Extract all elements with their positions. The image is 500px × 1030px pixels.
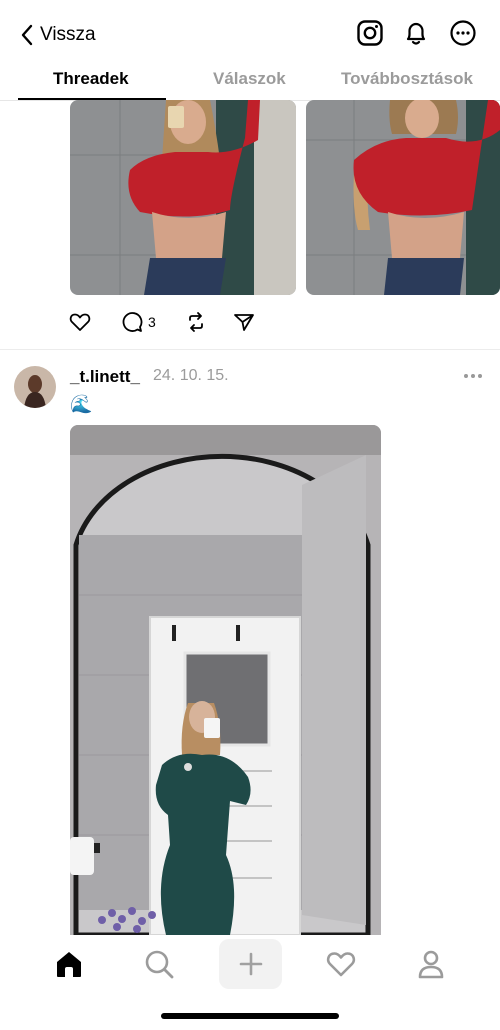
- comment-icon[interactable]: [118, 308, 146, 336]
- more-horizontal-icon[interactable]: [462, 366, 484, 391]
- header: Vissza: [0, 0, 500, 68]
- tab-reposts[interactable]: Továbbosztások: [341, 69, 473, 89]
- avatar[interactable]: [14, 366, 56, 408]
- home-indicator: [161, 1013, 339, 1019]
- bell-icon[interactable]: [401, 18, 431, 48]
- more-circle-icon[interactable]: [448, 18, 478, 48]
- tab-replies[interactable]: Válaszok: [213, 69, 286, 89]
- post-date: 24. 10. 15.: [153, 367, 229, 384]
- post-photo-1[interactable]: [70, 100, 296, 295]
- post-author[interactable]: _t.linett_: [70, 367, 140, 387]
- back-button[interactable]: Vissza: [20, 20, 96, 50]
- heart-icon[interactable]: [66, 308, 94, 336]
- plus-icon[interactable]: [219, 939, 282, 989]
- repost-icon[interactable]: [182, 308, 210, 336]
- profile-tabs: Threadek Válaszok Továbbosztások: [0, 62, 500, 101]
- post-text: 🌊: [70, 394, 93, 414]
- post-photo-3[interactable]: [70, 425, 381, 935]
- chevron-left-icon: [21, 24, 33, 46]
- home-icon[interactable]: [44, 939, 94, 989]
- back-label: Vissza: [40, 24, 96, 45]
- heart-icon[interactable]: [316, 939, 366, 989]
- instagram-icon[interactable]: [355, 18, 385, 48]
- bottom-navigation: [0, 935, 500, 1030]
- tab-threads[interactable]: Threadek: [53, 69, 129, 89]
- profile-icon[interactable]: [406, 939, 456, 989]
- send-icon[interactable]: [230, 308, 258, 336]
- post-photo-2[interactable]: [306, 100, 500, 295]
- post-divider: [0, 349, 500, 350]
- search-icon[interactable]: [134, 939, 184, 989]
- post-actions: 3: [66, 308, 258, 336]
- reply-count: 3: [148, 314, 156, 330]
